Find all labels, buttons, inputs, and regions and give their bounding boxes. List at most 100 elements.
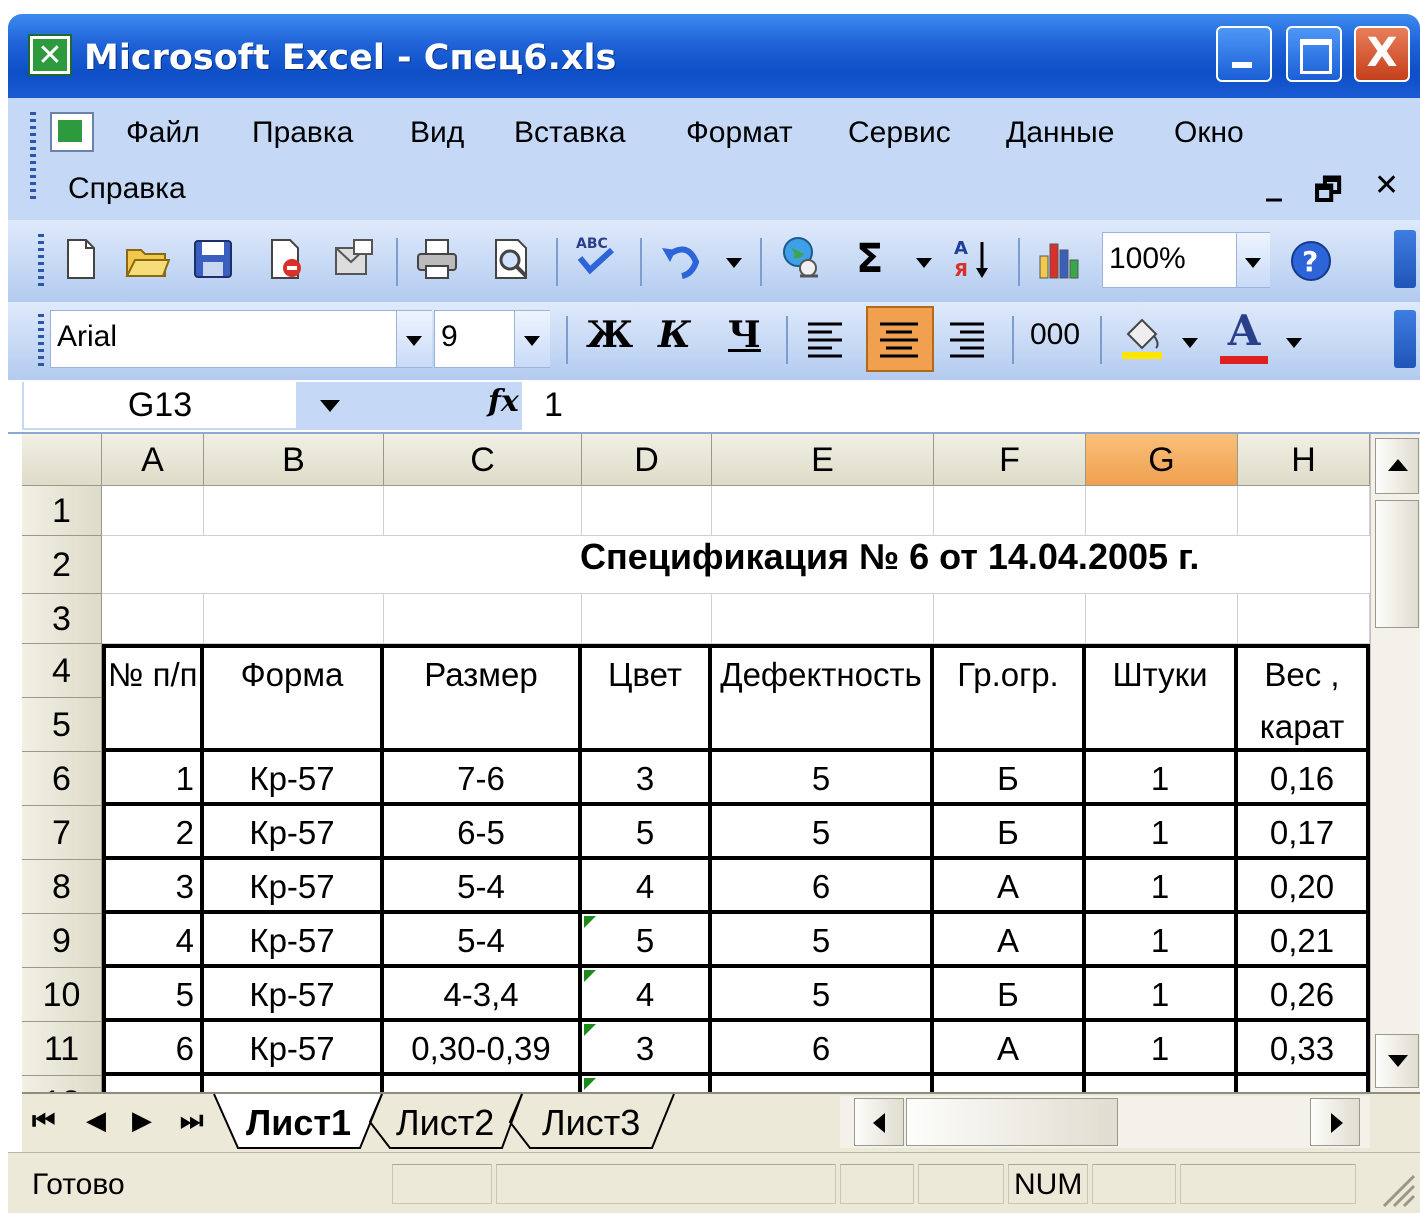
prev-sheet-button[interactable]: ◀ bbox=[86, 1106, 106, 1136]
table-header-e[interactable]: Дефектность bbox=[712, 644, 934, 752]
table-cell[interactable]: 6 bbox=[712, 1022, 934, 1076]
error-indicator-icon[interactable] bbox=[584, 970, 596, 982]
table-header-f[interactable]: Гр.огр. bbox=[934, 644, 1086, 752]
mdi-minimize-button[interactable]: _ bbox=[1266, 164, 1282, 202]
cell-b1[interactable] bbox=[204, 486, 384, 536]
table-cell[interactable]: 0,17 bbox=[1238, 806, 1370, 860]
scroll-down-button[interactable] bbox=[1375, 1034, 1419, 1088]
minimize-button[interactable] bbox=[1216, 26, 1272, 82]
error-indicator-icon[interactable] bbox=[584, 1024, 596, 1036]
table-cell-partial[interactable] bbox=[582, 1076, 712, 1092]
cell-c1[interactable] bbox=[384, 486, 582, 536]
table-cell[interactable]: 0,30-0,39 bbox=[384, 1022, 582, 1076]
help-icon[interactable]: ? bbox=[1288, 238, 1334, 284]
cell-e3[interactable] bbox=[712, 594, 934, 644]
scroll-thumb[interactable] bbox=[1375, 500, 1419, 628]
table-cell-partial[interactable] bbox=[384, 1076, 582, 1092]
table-cell[interactable]: Кр-57 bbox=[204, 860, 384, 914]
cell-h1[interactable] bbox=[1238, 486, 1370, 536]
fill-color-icon[interactable] bbox=[1118, 314, 1164, 360]
cell-e1[interactable] bbox=[712, 486, 934, 536]
column-header-a[interactable]: A bbox=[102, 434, 204, 486]
table-cell[interactable]: Кр-57 bbox=[204, 806, 384, 860]
vertical-scrollbar[interactable] bbox=[1370, 434, 1420, 1092]
table-cell[interactable]: 5 bbox=[712, 806, 934, 860]
column-header-h[interactable]: H bbox=[1238, 434, 1370, 486]
row-header-9[interactable]: 9 bbox=[22, 914, 102, 968]
table-cell[interactable]: 4 bbox=[102, 914, 204, 968]
print-icon[interactable] bbox=[414, 236, 460, 282]
table-cell[interactable]: Кр-57 bbox=[204, 1022, 384, 1076]
table-cell[interactable]: 5 bbox=[582, 914, 712, 968]
table-header-a[interactable]: № п/п bbox=[102, 644, 204, 752]
column-header-g[interactable]: G bbox=[1086, 434, 1238, 486]
row-header-1[interactable]: 1 bbox=[22, 486, 102, 536]
select-all-corner[interactable] bbox=[22, 434, 102, 486]
column-header-b[interactable]: B bbox=[204, 434, 384, 486]
menu-window[interactable]: Окно bbox=[1174, 116, 1244, 150]
table-cell[interactable]: 5 bbox=[712, 968, 934, 1022]
table-cell-partial[interactable] bbox=[934, 1076, 1086, 1092]
sheet-tab-2[interactable]: Лист2 bbox=[396, 1102, 494, 1144]
table-cell[interactable]: Кр-57 bbox=[204, 914, 384, 968]
excel-icon[interactable]: ✕ bbox=[28, 34, 72, 76]
table-cell[interactable]: 1 bbox=[102, 752, 204, 806]
table-cell[interactable]: Кр-57 bbox=[204, 968, 384, 1022]
print-preview-icon[interactable] bbox=[488, 236, 534, 282]
menu-edit[interactable]: Правка bbox=[252, 116, 353, 150]
table-cell[interactable]: 0,21 bbox=[1238, 914, 1370, 968]
workbook-icon[interactable] bbox=[50, 112, 94, 152]
table-cell[interactable]: 3 bbox=[102, 860, 204, 914]
cell-b3[interactable] bbox=[204, 594, 384, 644]
permission-icon[interactable] bbox=[262, 236, 308, 282]
cell-h3[interactable] bbox=[1238, 594, 1370, 644]
row-header-8[interactable]: 8 bbox=[22, 860, 102, 914]
table-header-g[interactable]: Штуки bbox=[1086, 644, 1238, 752]
sheet-tab-1[interactable]: Лист1 bbox=[246, 1102, 351, 1144]
close-button[interactable]: X bbox=[1354, 26, 1410, 82]
table-cell[interactable]: 5 bbox=[102, 968, 204, 1022]
italic-button[interactable]: К bbox=[658, 314, 691, 356]
sheet-tab-3[interactable]: Лист3 bbox=[542, 1102, 640, 1144]
cell-d3[interactable] bbox=[582, 594, 712, 644]
next-sheet-button[interactable]: ▶ bbox=[132, 1106, 152, 1136]
table-cell[interactable]: 2 bbox=[102, 806, 204, 860]
table-cell[interactable]: 6-5 bbox=[384, 806, 582, 860]
autosum-dropdown-arrow[interactable] bbox=[916, 258, 932, 268]
table-cell[interactable]: 3 bbox=[582, 752, 712, 806]
cell-c3[interactable] bbox=[384, 594, 582, 644]
table-cell[interactable]: А bbox=[934, 914, 1086, 968]
insert-function-icon[interactable]: fx bbox=[488, 384, 519, 419]
table-cell[interactable]: 5-4 bbox=[384, 860, 582, 914]
menu-insert[interactable]: Вставка bbox=[514, 116, 626, 150]
table-header-d[interactable]: Цвет bbox=[582, 644, 712, 752]
undo-dropdown-arrow[interactable] bbox=[726, 258, 742, 268]
new-document-icon[interactable] bbox=[58, 236, 104, 282]
email-icon[interactable] bbox=[330, 236, 376, 282]
formula-input[interactable]: 1 bbox=[540, 382, 1414, 428]
row-header-11[interactable]: 11 bbox=[22, 1022, 102, 1076]
horizontal-scroll-thumb[interactable] bbox=[906, 1098, 1118, 1146]
cell-f3[interactable] bbox=[934, 594, 1086, 644]
error-indicator-icon[interactable] bbox=[584, 916, 596, 928]
horizontal-scrollbar[interactable] bbox=[840, 1096, 1370, 1148]
cell-g1[interactable] bbox=[1086, 486, 1238, 536]
row-header-10[interactable]: 10 bbox=[22, 968, 102, 1022]
menu-format[interactable]: Формат bbox=[686, 116, 793, 150]
undo-icon[interactable] bbox=[658, 236, 704, 282]
table-cell[interactable]: 4 bbox=[582, 860, 712, 914]
table-cell[interactable]: 3 bbox=[582, 1022, 712, 1076]
table-cell[interactable]: 6 bbox=[712, 860, 934, 914]
table-cell-partial[interactable] bbox=[1238, 1076, 1370, 1092]
toolbar-options-chevron[interactable] bbox=[1394, 230, 1416, 288]
table-cell-partial[interactable] bbox=[204, 1076, 384, 1092]
table-cell[interactable]: 1 bbox=[1086, 914, 1238, 968]
table-cell[interactable]: А bbox=[934, 860, 1086, 914]
table-cell[interactable]: 1 bbox=[1086, 1022, 1238, 1076]
table-cell[interactable]: 4-3,4 bbox=[384, 968, 582, 1022]
table-cell[interactable]: 4 bbox=[582, 968, 712, 1022]
column-header-f[interactable]: F bbox=[934, 434, 1086, 486]
row-header-6[interactable]: 6 bbox=[22, 752, 102, 806]
first-sheet-button[interactable]: ⏮ bbox=[32, 1106, 55, 1137]
scroll-right-button[interactable] bbox=[1310, 1098, 1360, 1146]
